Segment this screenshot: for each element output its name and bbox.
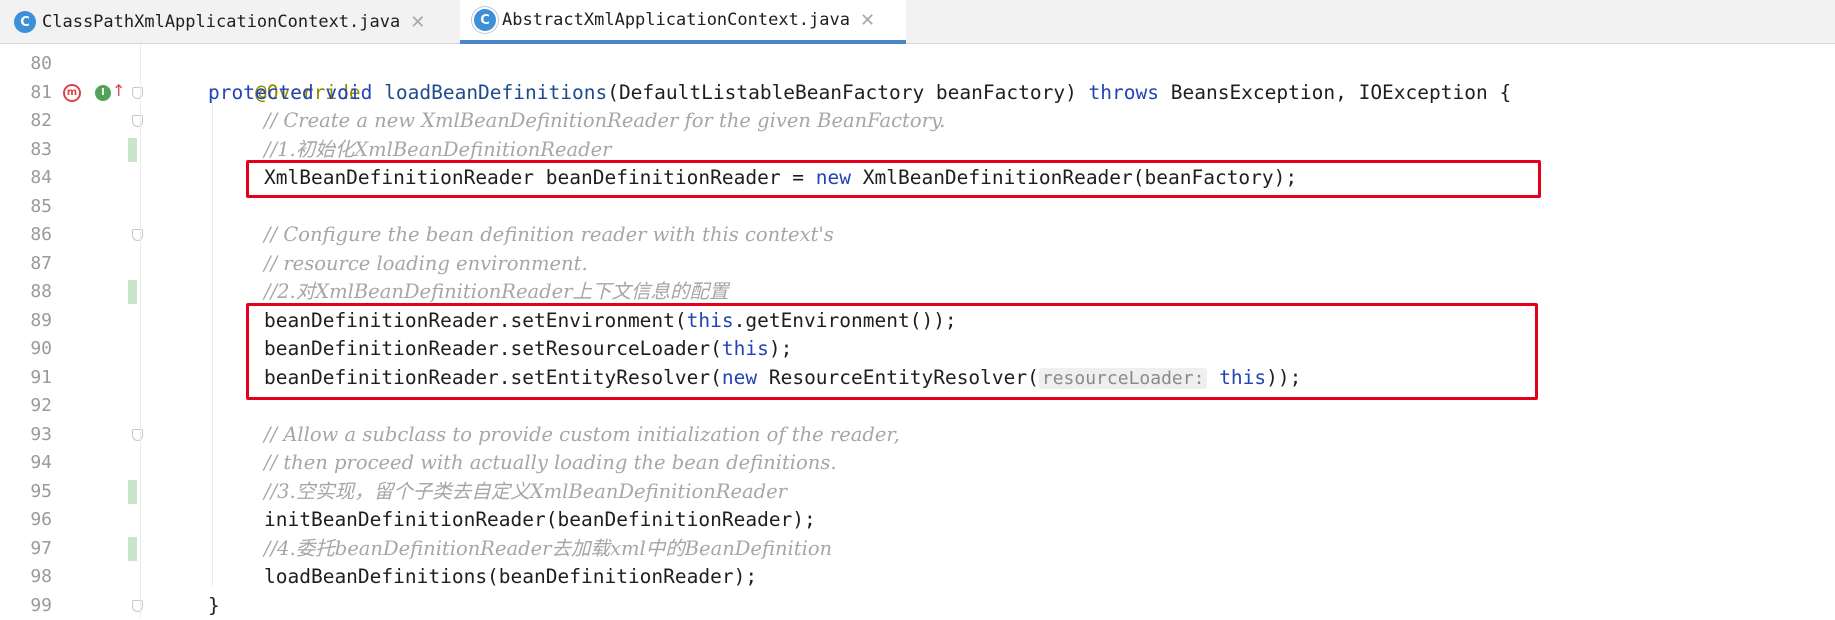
- code-line-94: // then proceed with actually loading th…: [264, 449, 837, 478]
- code-line-97: //4.委托beanDefinitionReader去加载xml中的BeanDe…: [264, 535, 832, 564]
- code-line-96: initBeanDefinitionReader(beanDefinitionR…: [264, 506, 816, 535]
- comment: // resource loading environment.: [264, 252, 588, 275]
- code-line-81: protected void loadBeanDefinitions(Defau…: [208, 79, 1511, 108]
- exceptions: BeansException, IOException {: [1159, 81, 1511, 104]
- close-icon[interactable]: ✕: [410, 12, 425, 33]
- code-line-99: }: [208, 592, 220, 620]
- code-line-98: loadBeanDefinitions(beanDefinitionReader…: [264, 563, 757, 592]
- method-name: loadBeanDefinitions: [384, 81, 607, 104]
- code-line-93: // Allow a subclass to provide custom in…: [264, 421, 900, 450]
- comment: //2.对XmlBeanDefinitionReader上下文信息的配置: [264, 280, 728, 303]
- code-text: initBeanDefinitionReader(beanDefinitionR…: [264, 508, 816, 531]
- class-icon: C: [474, 9, 496, 31]
- tab-label: AbstractXmlApplicationContext.java: [502, 10, 850, 30]
- comment: //1.初始化XmlBeanDefinitionReader: [264, 138, 611, 161]
- tab-abstract-xml-application-context[interactable]: C AbstractXmlApplicationContext.java ✕: [460, 0, 906, 44]
- comment: //4.委托beanDefinitionReader去加载xml中的BeanDe…: [264, 537, 832, 560]
- method-params: (DefaultListableBeanFactory beanFactory): [607, 81, 1088, 104]
- code-line-82: // Create a new XmlBeanDefinitionReader …: [264, 107, 946, 136]
- keyword: protected: [208, 81, 314, 104]
- editor-tab-bar: C ClassPathXmlApplicationContext.java ✕ …: [0, 0, 1835, 44]
- comment: // Allow a subclass to provide custom in…: [264, 423, 900, 446]
- comment: // then proceed with actually loading th…: [264, 451, 837, 474]
- code-line-80: @Override: [208, 50, 361, 79]
- code-line-86: // Configure the bean definition reader …: [264, 221, 834, 250]
- closing-brace: }: [208, 594, 220, 617]
- code-line-87: // resource loading environment.: [264, 250, 588, 279]
- code-text: loadBeanDefinitions(beanDefinitionReader…: [264, 565, 757, 588]
- keyword: throws: [1089, 81, 1159, 104]
- class-icon: C: [14, 11, 36, 33]
- keyword: void: [325, 81, 372, 104]
- comment: // Configure the bean definition reader …: [264, 223, 834, 246]
- comment: // Create a new XmlBeanDefinitionReader …: [264, 109, 946, 132]
- tab-label: ClassPathXmlApplicationContext.java: [42, 12, 400, 32]
- highlight-box-reader-init: [246, 160, 1541, 198]
- close-icon[interactable]: ✕: [860, 10, 875, 31]
- highlight-box-reader-config: [246, 303, 1538, 400]
- comment: //3.空实现，留个子类去自定义XmlBeanDefinitionReader: [264, 480, 787, 503]
- tab-classpath-xml-application-context[interactable]: C ClassPathXmlApplicationContext.java ✕: [0, 0, 460, 44]
- code-line-95: //3.空实现，留个子类去自定义XmlBeanDefinitionReader: [264, 478, 787, 507]
